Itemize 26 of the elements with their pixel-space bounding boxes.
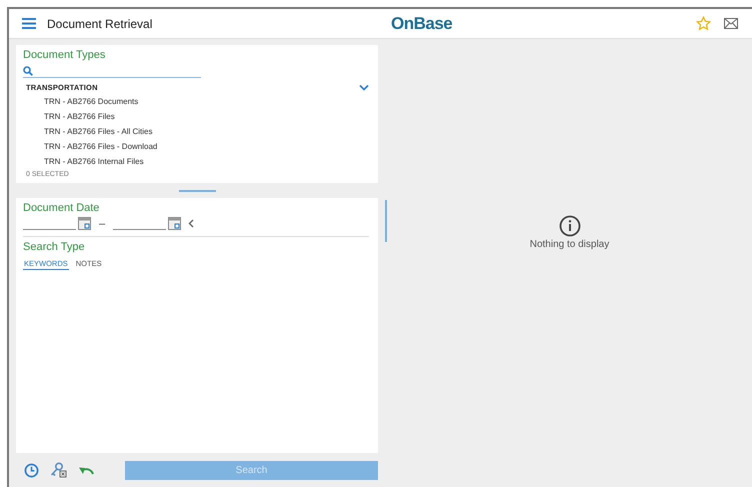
- star-icon[interactable]: [696, 16, 711, 31]
- section-title: Document Types: [23, 49, 106, 61]
- chevron-icon[interactable]: [359, 84, 369, 91]
- document-type-item[interactable]: TRN - AB2766 Files - All Cities: [44, 124, 369, 139]
- search-icon: [23, 66, 33, 76]
- empty-message: Nothing to display: [530, 239, 610, 250]
- info-icon: [558, 215, 580, 237]
- document-type-item[interactable]: TRN - AB2766 Documents: [44, 94, 369, 109]
- calendar-icon[interactable]: [78, 217, 91, 230]
- clock-icon[interactable]: [24, 462, 39, 478]
- menu-icon[interactable]: [22, 18, 36, 29]
- logo: OnBase: [391, 14, 452, 34]
- section-title: Search Type: [23, 241, 86, 253]
- date-separator: –: [99, 218, 106, 230]
- document-type-item[interactable]: TRN - AB2766 Files - Download: [44, 139, 369, 154]
- document-type-item[interactable]: TRN - AB2766 Internal Files: [44, 154, 369, 169]
- key-icon[interactable]: [50, 462, 67, 478]
- calendar-icon[interactable]: [168, 217, 182, 230]
- search-field[interactable]: [23, 64, 201, 78]
- splitter-handle[interactable]: [385, 200, 387, 242]
- chevron-left-icon[interactable]: [188, 219, 194, 228]
- splitter-handle[interactable]: [178, 190, 216, 192]
- section-title: Document Date: [23, 202, 100, 214]
- document-type-item[interactable]: TRN - AB2766 Files: [44, 109, 369, 124]
- mail-icon[interactable]: [724, 18, 738, 29]
- page-title: Document Retrieval: [47, 16, 152, 30]
